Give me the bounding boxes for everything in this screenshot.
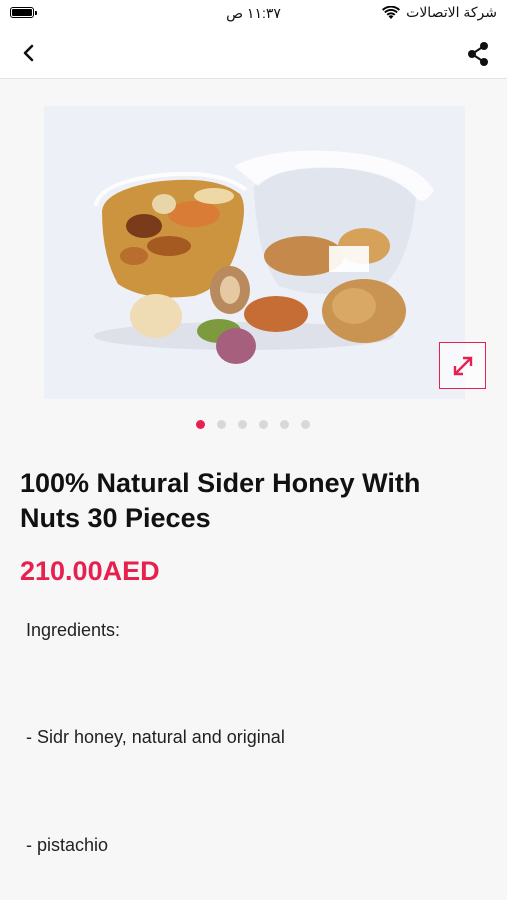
pagination-dot[interactable]	[301, 420, 310, 429]
pagination-dot[interactable]	[196, 420, 205, 429]
pagination-dot[interactable]	[238, 420, 247, 429]
product-title: 100% Natural Sider Honey With Nuts 30 Pi…	[20, 468, 421, 533]
expand-arrows-icon	[453, 356, 472, 375]
nav-bar	[0, 28, 507, 79]
back-button[interactable]	[12, 39, 46, 67]
description-line: Ingredients:	[26, 620, 121, 640]
pagination-dot[interactable]	[259, 420, 268, 429]
product-image[interactable]	[44, 106, 465, 399]
carrier-group: شركة الاتصالات	[382, 4, 497, 21]
wifi-icon	[382, 5, 401, 20]
product-price: 210.00AED	[20, 556, 160, 586]
share-icon	[468, 42, 488, 66]
description-line: - Sidr honey, natural and original	[26, 727, 285, 747]
share-button[interactable]	[461, 39, 495, 69]
image-pagination	[0, 420, 507, 429]
status-bar: ١١:٣٧ ص شركة الاتصالات	[0, 0, 507, 28]
pagination-dot[interactable]	[280, 420, 289, 429]
expand-button[interactable]	[439, 342, 486, 389]
pagination-dot[interactable]	[217, 420, 226, 429]
description-line: - pistachio	[26, 835, 109, 855]
carrier-name: شركة الاتصالات	[406, 4, 497, 20]
chevron-left-icon	[23, 44, 34, 62]
